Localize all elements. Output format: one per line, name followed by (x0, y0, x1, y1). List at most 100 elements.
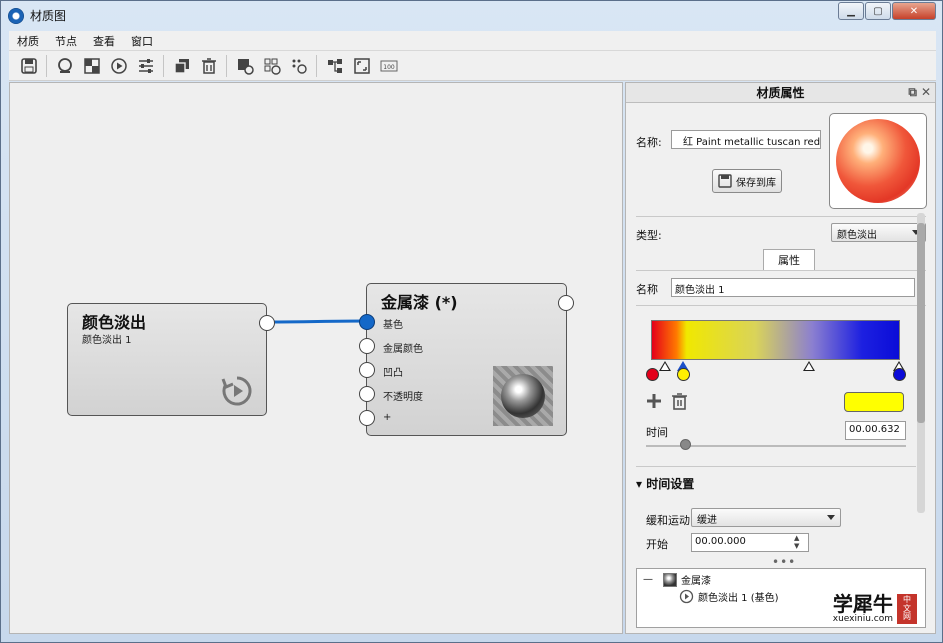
save-to-library-button[interactable]: 保存到库 (712, 169, 782, 193)
gradient-stop-red[interactable] (646, 368, 659, 381)
zoom-100-icon[interactable]: 100 (378, 55, 400, 77)
divider (636, 466, 916, 467)
zoom-100-label: 100 (383, 64, 395, 71)
easing-select[interactable]: 缓进 (691, 508, 841, 527)
fit-view-icon[interactable] (351, 55, 373, 77)
chevron-down-icon (827, 515, 835, 520)
save-icon[interactable] (18, 55, 40, 77)
collapse-triangle-icon: ▾ (636, 477, 643, 491)
toolbar-separator (163, 54, 164, 77)
tab-strip-line (636, 270, 926, 271)
spinner-arrows-icon[interactable]: ▲ ▼ (794, 534, 799, 550)
sphere-preview-icon[interactable] (54, 55, 76, 77)
toolbar-separator (316, 54, 317, 77)
gradient-stop-yellow[interactable] (677, 368, 690, 381)
node-title: 金属漆 (*) (381, 293, 458, 312)
save-button-label: 保存到库 (736, 177, 776, 189)
socket-label: + (383, 412, 392, 423)
node-grid-icon[interactable] (261, 55, 283, 77)
tab-properties[interactable]: 属性 (763, 249, 815, 270)
checker-icon[interactable] (81, 55, 103, 77)
splitter-handle[interactable]: ••• (772, 555, 796, 569)
node-title: 颜色淡出 (82, 313, 147, 332)
metal-sphere-icon (501, 374, 545, 418)
title-bar: 材质图 ▁ ▢ ✕ (1, 1, 942, 30)
panel-header: 材质属性 ⧉ ✕ (626, 83, 935, 103)
preview-sphere (836, 119, 920, 203)
metallic-paint-node[interactable]: 金属漆 (*) 基色 金属颜色 凹凸 不透明度 + (359, 283, 574, 436)
output-port[interactable] (558, 295, 574, 311)
socket-label: 不透明度 (383, 392, 423, 403)
socket-label: 基色 (383, 320, 403, 331)
menu-node[interactable]: 节点 (55, 33, 77, 49)
material-name-input[interactable]: 红 Paint metallic tuscan red #1 (671, 130, 821, 149)
toolbar-separator (226, 54, 227, 77)
menu-window[interactable]: 窗口 (131, 33, 153, 49)
tree-item-child[interactable]: 颜色淡出 1 (基色) (679, 589, 779, 604)
panel-scrollbar[interactable] (917, 213, 925, 513)
add-stop-icon[interactable] (645, 392, 663, 410)
watermark-seal: 中 文 网 (897, 594, 917, 624)
node-canvas[interactable]: 颜色淡出 颜色淡出 1 金属漆 (*) 基色 金属颜色 凹凸 不透明度 + (9, 82, 623, 634)
duplicate-icon[interactable] (171, 55, 193, 77)
easing-label: 缓和运动 (646, 514, 690, 527)
easing-select-value: 缓进 (697, 515, 717, 526)
input-port-metal-color[interactable] (359, 338, 375, 354)
panel-title: 材质属性 (756, 86, 805, 100)
close-panel-icon[interactable]: ✕ (921, 85, 931, 100)
float-panel-icon[interactable]: ⧉ (908, 85, 917, 100)
type-label: 类型: (636, 229, 662, 242)
layout-tree-icon[interactable] (324, 55, 346, 77)
gradient-stop-blue[interactable] (893, 368, 906, 381)
input-port-base-color[interactable] (359, 314, 375, 330)
tree-child-label: 颜色淡出 1 (基色) (698, 593, 779, 604)
maximize-icon[interactable]: ▢ (865, 2, 891, 20)
input-port-add[interactable] (359, 410, 375, 426)
time-label: 时间 (646, 426, 668, 439)
scrollbar-thumb[interactable] (917, 223, 925, 423)
node-subtitle: 颜色淡出 1 (82, 335, 132, 346)
panel-header-icons: ⧉ ✕ (908, 85, 931, 100)
tree-root-label: 金属漆 (681, 576, 711, 587)
close-icon[interactable]: ✕ (892, 2, 936, 20)
tree-item-root[interactable]: — 金属漆 (643, 572, 711, 587)
color-fade-node[interactable]: 颜色淡出 颜色淡出 1 (67, 303, 275, 416)
time-input[interactable]: 00.00.632 (845, 421, 906, 440)
color-gradient-bar[interactable] (651, 320, 900, 360)
app-logo-icon (8, 7, 24, 24)
material-tree: — 金属漆 颜色淡出 1 (基色) 学犀牛 xuexiniu.com 中 文 网 (636, 568, 926, 628)
seal-char: 网 (903, 612, 911, 622)
time-slider-thumb[interactable] (680, 439, 691, 450)
toolbar-separator (46, 54, 47, 77)
app-window: 材质图 ▁ ▢ ✕ 材质 节点 查看 窗口 100 颜色淡出 颜色淡出 1 金属… (0, 0, 943, 643)
input-port-bump[interactable] (359, 362, 375, 378)
socket-label: 凹凸 (383, 368, 403, 379)
divider (636, 305, 926, 306)
watermark-url: xuexiniu.com (832, 614, 893, 624)
delete-stop-icon[interactable] (671, 392, 688, 410)
metal-material-icon (663, 572, 677, 587)
start-time-input[interactable]: 00.00.000 (691, 533, 809, 552)
selected-stop-color-swatch[interactable] (844, 392, 904, 412)
node-dots-icon[interactable] (288, 55, 310, 77)
divider (636, 216, 926, 217)
gradient-marker[interactable] (659, 361, 671, 371)
prop-name-input[interactable]: 颜色淡出 1 (671, 278, 915, 297)
time-settings-section[interactable]: ▾ 时间设置 (636, 475, 694, 492)
tree-collapse-icon[interactable]: — (643, 574, 653, 585)
play-icon[interactable] (108, 55, 130, 77)
material-thumbnail (493, 366, 553, 426)
save-icon (718, 174, 732, 188)
menu-material[interactable]: 材质 (17, 33, 39, 49)
node-add-icon[interactable] (234, 55, 256, 77)
output-port[interactable] (259, 315, 275, 331)
sliders-icon[interactable] (135, 55, 157, 77)
menu-view[interactable]: 查看 (93, 33, 115, 49)
name-label: 名称: (636, 136, 662, 149)
fade-replay-icon (221, 376, 252, 406)
minimize-icon[interactable]: ▁ (838, 2, 864, 20)
trash-icon[interactable] (198, 55, 220, 77)
input-port-opacity[interactable] (359, 386, 375, 402)
gradient-marker[interactable] (803, 361, 815, 371)
type-select[interactable]: 颜色淡出 (831, 223, 926, 242)
